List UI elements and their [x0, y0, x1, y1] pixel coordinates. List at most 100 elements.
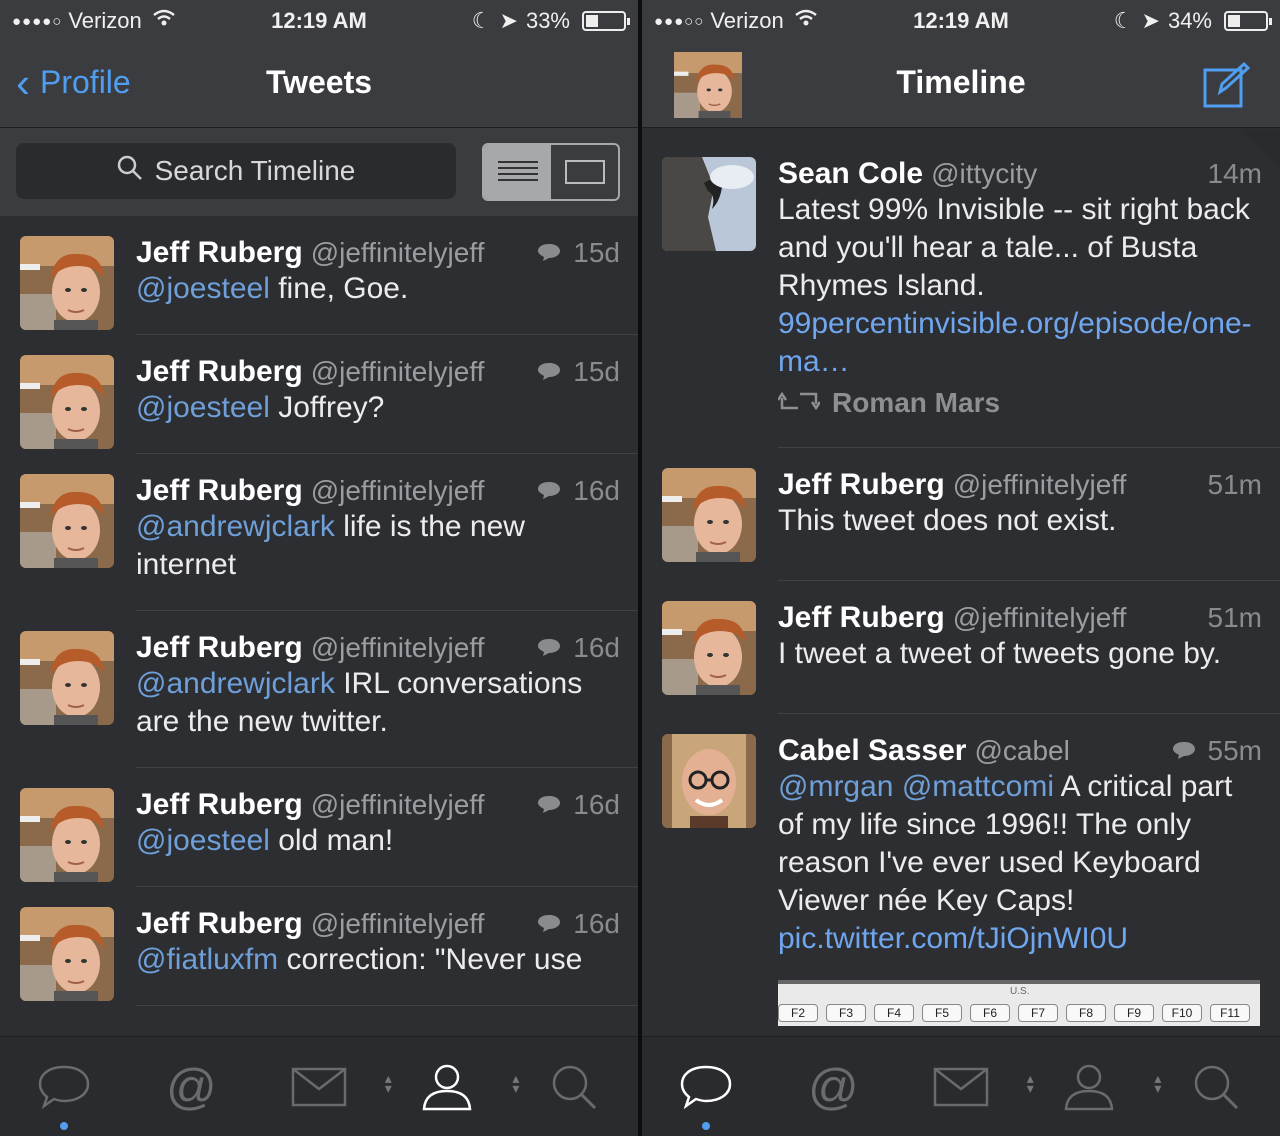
avatar[interactable]: [20, 236, 114, 330]
tweet-text: Latest 99% Invisible -- sit right back a…: [778, 193, 1252, 378]
tab-search[interactable]: ▴ ▾: [1152, 1037, 1280, 1136]
unread-dot: [59, 1122, 68, 1130]
battery-icon: [582, 11, 630, 31]
avatar[interactable]: [662, 734, 756, 828]
tab-messages[interactable]: [255, 1037, 383, 1136]
retweet-attribution[interactable]: Roman Mars: [776, 387, 1262, 447]
mention-link[interactable]: @fiatluxfm: [136, 943, 278, 976]
key-f8: F8: [1066, 1004, 1106, 1022]
avatar[interactable]: [662, 468, 756, 562]
battery-percent: 34%: [1167, 8, 1212, 33]
tweet-text: @mrgan @mattcomi A critical part of my l…: [778, 770, 1233, 955]
tweet-row[interactable]: Jeff Ruberg @jeffinitelyjeff 15d @joeste…: [0, 335, 638, 454]
avatar[interactable]: [662, 601, 756, 695]
tab-timeline[interactable]: [0, 1037, 128, 1136]
tweet-row[interactable]: Jeff Ruberg @jeffinitelyjeff 51m I tweet…: [642, 581, 1280, 714]
reply-bubble-icon: [537, 237, 561, 269]
tweet-author-handle: @jeffinitelyjeff: [310, 475, 485, 506]
envelope-icon: [291, 1067, 347, 1106]
media-preview[interactable]: U.S. F2 F3 F4 F5 F6 F7 F8 F9 F10 F11: [778, 980, 1260, 1026]
tweet-list[interactable]: Sean Cole @ittycity 14m Latest 99% Invis…: [642, 129, 1280, 1036]
mention-link[interactable]: @joesteel: [136, 272, 270, 305]
tweet-age: 15d: [573, 356, 620, 387]
retweeted-by: Roman Mars: [832, 387, 1001, 418]
mention-link[interactable]: @joesteel: [136, 391, 270, 424]
search-icon: [552, 1065, 597, 1109]
tweet-author-handle: @jeffinitelyjeff: [310, 356, 485, 387]
keyboard-label: U.S.: [1010, 986, 1030, 997]
envelope-icon: [933, 1067, 989, 1106]
tweet-author-handle: @jeffinitelyjeff: [310, 908, 485, 939]
tab-timeline[interactable]: [642, 1037, 770, 1136]
reply-bubble-icon: [537, 475, 561, 507]
speech-bubble-icon: [38, 1065, 90, 1109]
tweet-row[interactable]: Jeff Ruberg @jeffinitelyjeff 15d @joeste…: [0, 216, 638, 335]
key-f2: F2: [778, 1004, 818, 1022]
tweet-age: 16d: [573, 789, 620, 820]
tweet-row[interactable]: Cabel Sasser @cabel 55m @mrgan @mattcomi…: [642, 714, 1280, 1026]
tab-messages[interactable]: [897, 1037, 1025, 1136]
nav-bar: ‹ Profile Tweets: [0, 42, 638, 128]
tweet-text: @andrewjclark IRL conversations are the …: [136, 667, 583, 738]
tweet-author-handle: @ittycity: [931, 158, 1038, 189]
card-view-icon: [564, 160, 605, 184]
tweet-row[interactable]: Jeff Ruberg @jeffinitelyjeff 16d @joeste…: [0, 768, 638, 887]
tweet-row[interactable]: Jeff Ruberg @jeffinitelyjeff 16d @andrew…: [0, 611, 638, 768]
tweet-row[interactable]: Jeff Ruberg @jeffinitelyjeff 51m This tw…: [642, 448, 1280, 581]
mention-link[interactable]: @andrewjclark: [136, 667, 335, 700]
tweet-text: @joesteel fine, Goe.: [136, 272, 409, 305]
tweet-row[interactable]: Sean Cole @ittycity 14m Latest 99% Invis…: [642, 129, 1280, 448]
compose-icon: [1203, 61, 1251, 108]
tweet-author-name: Cabel Sasser: [778, 734, 967, 767]
mention-link[interactable]: @andrewjclark: [136, 510, 335, 543]
avatar[interactable]: [20, 788, 114, 882]
search-input[interactable]: Search Timeline: [16, 143, 456, 199]
person-icon: [1064, 1064, 1113, 1110]
page-title: Tweets: [265, 64, 373, 100]
tweet-author-name: Jeff Ruberg: [136, 236, 303, 269]
tweet-age: 51m: [1207, 469, 1262, 500]
key-f5: F5: [922, 1004, 962, 1022]
unread-dot: [701, 1122, 710, 1130]
tweet-age: 51m: [1207, 602, 1262, 633]
tweet-author-name: Sean Cole: [778, 157, 924, 190]
timeline-screen: ●●●○○ Verizon 12:19 AM ☾ ➤ 34% Timeline: [642, 0, 1280, 1136]
compose-button[interactable]: [1202, 61, 1251, 110]
tweet-row[interactable]: Jeff Ruberg @jeffinitelyjeff 16d @andrew…: [0, 454, 638, 611]
tweet-author-name: Jeff Ruberg: [136, 907, 303, 940]
mention-link[interactable]: @joesteel: [136, 824, 270, 857]
avatar[interactable]: [662, 157, 756, 251]
tab-mentions[interactable]: @: [770, 1037, 898, 1136]
card-view-button[interactable]: [551, 145, 618, 199]
tab-profile[interactable]: ▴ ▾: [1025, 1037, 1153, 1136]
tweet-list[interactable]: Jeff Ruberg @jeffinitelyjeff 15d @joeste…: [0, 216, 638, 1036]
key-f10: F10: [1162, 1004, 1202, 1022]
tweet-age: 15d: [573, 237, 620, 268]
reply-bubble-icon: [537, 908, 561, 940]
tab-mentions[interactable]: @: [128, 1037, 256, 1136]
battery-percent: 33%: [525, 8, 570, 33]
tweet-age: 55m: [1207, 735, 1262, 766]
tweet-row[interactable]: Jeff Ruberg @jeffinitelyjeff 16d @fiatlu…: [0, 887, 638, 1006]
tweet-age: 16d: [573, 475, 620, 506]
key-f11: F11: [1210, 1004, 1250, 1022]
list-view-button[interactable]: [484, 145, 551, 199]
key-f4: F4: [874, 1004, 914, 1022]
avatar[interactable]: [20, 907, 114, 1001]
mention-link[interactable]: @mattcomi: [902, 770, 1054, 803]
mention-link[interactable]: @mrgan: [778, 770, 894, 803]
search-switch-icon: ▴ ▾: [1154, 1070, 1162, 1096]
tweet-author-name: Jeff Ruberg: [136, 631, 303, 664]
avatar[interactable]: [20, 474, 114, 568]
tab-profile[interactable]: ▴ ▾: [383, 1037, 511, 1136]
avatar[interactable]: [20, 355, 114, 449]
tweet-author-name: Jeff Ruberg: [778, 601, 945, 634]
page-title: Timeline: [896, 64, 1026, 100]
tweet-text: I tweet a tweet of tweets gone by.: [778, 637, 1222, 670]
avatar[interactable]: [20, 631, 114, 725]
tab-search[interactable]: ▴ ▾: [510, 1037, 638, 1136]
tweet-text: @andrewjclark life is the new internet: [136, 510, 525, 581]
tweet-link[interactable]: 99percentinvisible.org/episode/one-ma…: [778, 307, 1252, 378]
moon-icon: ☾: [1113, 8, 1134, 33]
tweet-link[interactable]: pic.twitter.com/tJiOjnWI0U: [778, 922, 1128, 955]
